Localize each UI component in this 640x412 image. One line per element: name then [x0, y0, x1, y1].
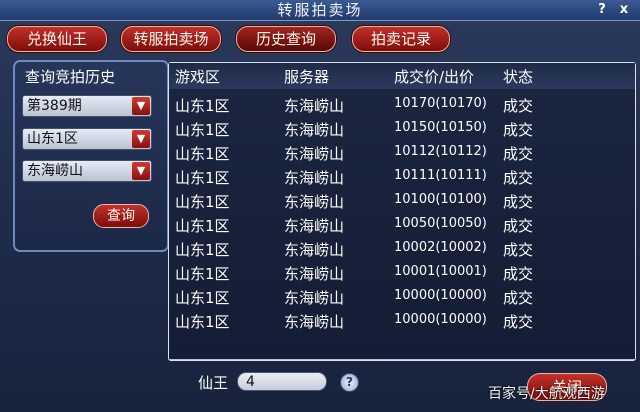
period-select-value: 第389期	[27, 98, 82, 114]
cell-server: 东海崂山	[284, 217, 345, 235]
table-row[interactable]: 山东1区 东海崂山 10111(10111) 成交	[169, 165, 635, 189]
tab-history[interactable]: 历史查询	[236, 26, 336, 52]
cell-zone: 山东1区	[175, 265, 230, 283]
cell-status: 成交	[503, 265, 534, 283]
period-select[interactable]: 第389期 ▼	[22, 95, 152, 117]
cell-server: 东海崂山	[284, 265, 345, 283]
cell-price: 10000(10000)	[394, 288, 487, 303]
cell-status: 成交	[503, 217, 534, 235]
cell-price: 10100(10100)	[394, 192, 487, 207]
cell-server: 东海崂山	[284, 289, 345, 307]
dropdown-arrow-icon[interactable]: ▼	[132, 162, 150, 180]
cell-price: 10111(10111)	[394, 168, 487, 183]
auction-window: 转服拍卖场 ? x 兑换仙王 转服拍卖场 历史查询 拍卖记录 查询竞拍历史 第3…	[0, 0, 640, 412]
cell-status: 成交	[503, 169, 534, 187]
cell-zone: 山东1区	[175, 193, 230, 211]
table-row[interactable]: 山东1区 东海崂山 10100(10100) 成交	[169, 189, 635, 213]
header-status: 状态	[503, 68, 534, 86]
cell-price: 10112(10112)	[394, 144, 487, 159]
query-panel-title: 查询竞拍历史	[25, 68, 116, 86]
table-row[interactable]: 山东1区 东海崂山 10002(10002) 成交	[169, 237, 635, 261]
table-row[interactable]: 山东1区 东海崂山 10170(10170) 成交	[169, 93, 635, 117]
cell-price: 10002(10002)	[394, 240, 487, 255]
cell-price: 10050(10050)	[394, 216, 487, 231]
server-select[interactable]: 东海崂山 ▼	[22, 160, 152, 182]
cell-status: 成交	[503, 313, 534, 331]
question-icon[interactable]: ?	[340, 373, 359, 392]
table-row[interactable]: 山东1区 东海崂山 10112(10112) 成交	[169, 141, 635, 165]
dropdown-arrow-icon[interactable]: ▼	[132, 130, 150, 148]
table-row[interactable]: 山东1区 东海崂山 10050(10050) 成交	[169, 213, 635, 237]
cell-server: 东海崂山	[284, 313, 345, 331]
xianwang-label: 仙王	[198, 374, 229, 392]
cell-zone: 山东1区	[175, 121, 230, 139]
cell-zone: 山东1区	[175, 241, 230, 259]
cell-zone: 山东1区	[175, 217, 230, 235]
table-header: 游戏区 服务器 成交价/出价 状态	[169, 63, 635, 89]
zone-select[interactable]: 山东1区 ▼	[22, 128, 152, 150]
tab-bar: 兑换仙王 转服拍卖场 历史查询 拍卖记录	[0, 26, 640, 52]
cell-status: 成交	[503, 241, 534, 259]
cell-zone: 山东1区	[175, 97, 230, 115]
zone-select-value: 山东1区	[27, 131, 78, 147]
cell-status: 成交	[503, 193, 534, 211]
cell-server: 东海崂山	[284, 169, 345, 187]
dropdown-arrow-icon[interactable]: ▼	[132, 97, 150, 115]
xianwang-input[interactable]: 4	[237, 372, 327, 391]
table-row[interactable]: 山东1区 东海崂山 10150(10150) 成交	[169, 117, 635, 141]
query-button[interactable]: 查询	[93, 204, 149, 228]
cell-price: 10001(10001)	[394, 264, 487, 279]
table-row[interactable]: 山东1区 东海崂山 10001(10001) 成交	[169, 261, 635, 285]
cell-status: 成交	[503, 289, 534, 307]
cell-price: 10170(10170)	[394, 96, 487, 111]
cell-zone: 山东1区	[175, 289, 230, 307]
query-panel: 查询竞拍历史 第389期 ▼ 山东1区 ▼ 东海崂山 ▼ 查询	[13, 60, 169, 252]
history-table: 游戏区 服务器 成交价/出价 状态 山东1区 东海崂山 10170(10170)…	[168, 62, 636, 361]
header-price: 成交价/出价	[394, 68, 475, 86]
server-select-value: 东海崂山	[27, 163, 83, 179]
cell-server: 东海崂山	[284, 121, 345, 139]
title-bar: 转服拍卖场 ? x	[0, 0, 640, 21]
header-server: 服务器	[284, 68, 330, 86]
table-row[interactable]: 山东1区 东海崂山 10000(10000) 成交	[169, 309, 635, 333]
cell-server: 东海崂山	[284, 193, 345, 211]
cell-status: 成交	[503, 97, 534, 115]
header-zone: 游戏区	[175, 68, 221, 86]
cell-status: 成交	[503, 121, 534, 139]
tab-exchange[interactable]: 兑换仙王	[7, 26, 107, 52]
close-icon[interactable]: x	[616, 2, 632, 18]
help-icon[interactable]: ?	[594, 2, 610, 18]
cell-zone: 山东1区	[175, 313, 230, 331]
cell-price: 10000(10000)	[394, 312, 487, 327]
table-row[interactable]: 山东1区 东海崂山 10000(10000) 成交	[169, 285, 635, 309]
watermark-text: 百家号/大航观西游	[488, 386, 605, 402]
cell-price: 10150(10150)	[394, 120, 487, 135]
cell-zone: 山东1区	[175, 169, 230, 187]
cell-server: 东海崂山	[284, 241, 345, 259]
cell-status: 成交	[503, 145, 534, 163]
cell-zone: 山东1区	[175, 145, 230, 163]
cell-server: 东海崂山	[284, 145, 345, 163]
table-body: 山东1区 东海崂山 10170(10170) 成交 山东1区 东海崂山 1015…	[169, 89, 635, 359]
cell-server: 东海崂山	[284, 97, 345, 115]
tab-auction[interactable]: 转服拍卖场	[121, 26, 221, 52]
window-title: 转服拍卖场	[277, 1, 363, 19]
tab-records[interactable]: 拍卖记录	[352, 26, 450, 52]
